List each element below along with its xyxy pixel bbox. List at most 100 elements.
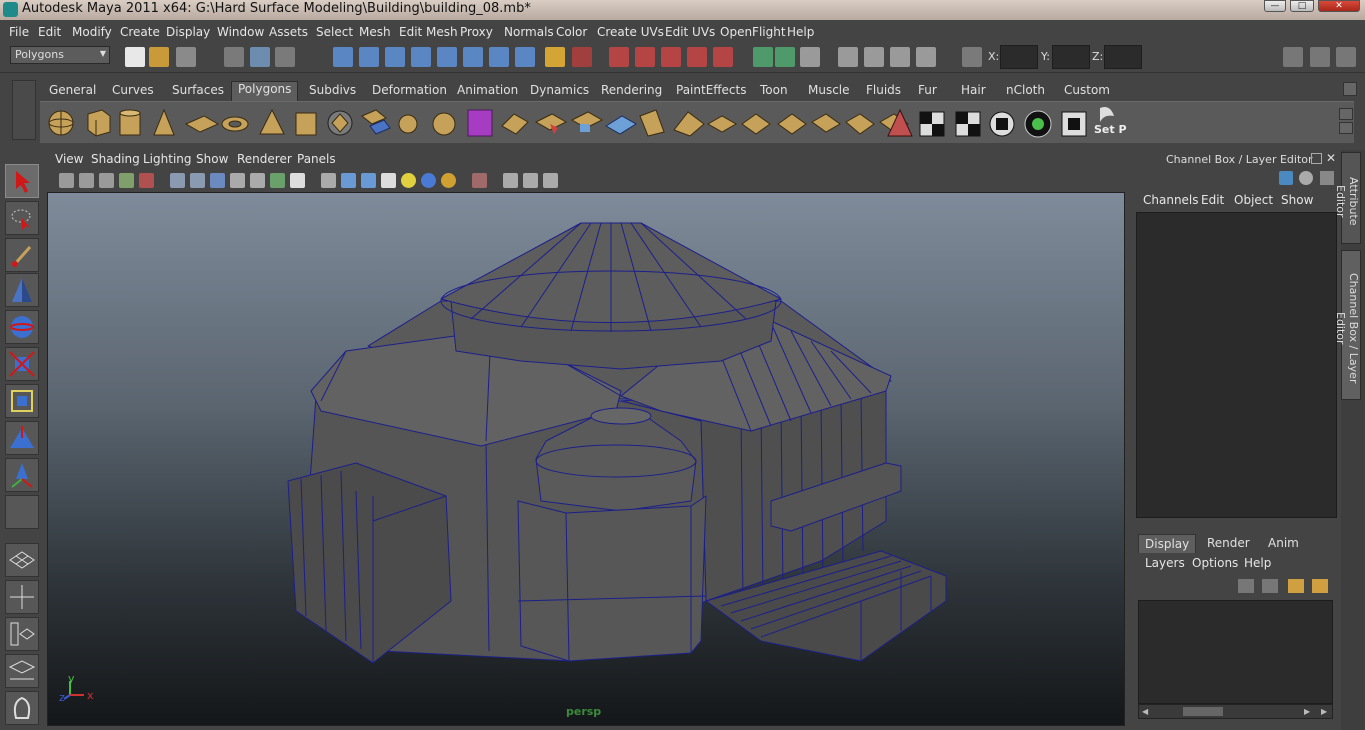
channel-menu-edit[interactable]: Edit — [1201, 193, 1224, 207]
layout-single-perspective-icon[interactable] — [5, 543, 39, 577]
soft-modification-tool[interactable] — [5, 421, 39, 455]
attribute-editor-tab[interactable]: Attribute Editor — [1334, 152, 1361, 244]
minimize-button[interactable]: — — [1264, 0, 1286, 12]
help-icon[interactable] — [515, 47, 535, 67]
menu-window[interactable]: Window — [217, 25, 264, 39]
move-tool[interactable] — [5, 273, 39, 307]
channel-menu-channels[interactable]: Channels — [1143, 193, 1199, 207]
scale-tool[interactable] — [5, 347, 39, 381]
tab-surfaces[interactable]: Surfaces — [172, 83, 224, 101]
render-view-icon[interactable] — [713, 47, 733, 67]
wireframe-on-shaded-icon[interactable] — [361, 173, 376, 188]
image-plane-icon[interactable] — [119, 173, 134, 188]
layout-outliner-icon[interactable] — [890, 47, 910, 67]
channel-list[interactable] — [1136, 212, 1337, 518]
tab-deformation[interactable]: Deformation — [372, 83, 447, 101]
layer-menu-help[interactable]: Help — [1244, 556, 1271, 570]
scroll-right-icon[interactable]: ▶ — [1304, 707, 1310, 716]
selection-highlight-icon[interactable] — [572, 47, 592, 67]
tab-custom[interactable]: Custom — [1064, 83, 1110, 101]
layer-menu-options[interactable]: Options — [1192, 556, 1238, 570]
tab-subdivs[interactable]: Subdivs — [309, 83, 356, 101]
menu-create[interactable]: Create — [120, 25, 160, 39]
default-lighting-icon[interactable] — [401, 173, 416, 188]
lock-icon[interactable] — [545, 47, 565, 67]
render-settings-icon[interactable] — [661, 47, 681, 67]
bookmarks-icon[interactable] — [99, 173, 114, 188]
input-ops-icon[interactable] — [463, 47, 483, 67]
viewport-menu-shading[interactable]: Shading — [91, 152, 140, 166]
viewport-menu-renderer[interactable]: Renderer — [237, 152, 292, 166]
all-lights-icon[interactable] — [421, 173, 436, 188]
layer-editor-icon[interactable] — [1299, 171, 1313, 185]
select-component-icon[interactable] — [275, 47, 295, 67]
last-tool-used[interactable] — [5, 495, 39, 529]
camera-attributes-icon[interactable] — [79, 173, 94, 188]
tab-curves[interactable]: Curves — [112, 83, 154, 101]
menu-normals[interactable]: Normals — [504, 25, 554, 39]
y-coordinate-field[interactable] — [1052, 45, 1090, 69]
shadows-icon[interactable] — [441, 173, 456, 188]
menu-file[interactable]: File — [9, 25, 29, 39]
viewport-menu-lighting[interactable]: Lighting — [143, 152, 192, 166]
scroll-left-icon[interactable]: ◀ — [1142, 707, 1148, 716]
menu-assets[interactable]: Assets — [269, 25, 308, 39]
menu-mesh[interactable]: Mesh — [359, 25, 391, 39]
tab-toon[interactable]: Toon — [760, 83, 788, 101]
menu-help[interactable]: Help — [787, 25, 814, 39]
tab-polygons[interactable]: Polygons — [231, 81, 299, 101]
gate-mask-icon[interactable] — [230, 173, 245, 188]
menu-edit[interactable]: Edit — [38, 25, 61, 39]
channel-box-layer-editor-tab[interactable]: Channel Box / Layer Editor — [1334, 250, 1361, 400]
layout-four-icon[interactable] — [864, 47, 884, 67]
channel-menu-show[interactable]: Show — [1281, 193, 1313, 207]
select-object-icon[interactable] — [250, 47, 270, 67]
tab-fluids[interactable]: Fluids — [866, 83, 901, 101]
universal-manipulator-tool[interactable] — [5, 384, 39, 418]
toggle-panel-icon[interactable] — [1283, 47, 1303, 67]
viewport-menu-show[interactable]: Show — [196, 152, 228, 166]
menu-openflight[interactable]: OpenFlight — [720, 25, 786, 39]
show-channel-box-icon[interactable] — [800, 47, 820, 67]
tab-display[interactable]: Display — [1138, 534, 1197, 553]
set-project-label[interactable]: Set P — [1094, 123, 1127, 136]
snap-curve-icon[interactable] — [359, 47, 379, 67]
make-live-icon[interactable] — [437, 47, 457, 67]
viewport-menu-view[interactable]: View — [55, 152, 83, 166]
perspective-viewport[interactable]: y z x persp — [47, 192, 1125, 726]
select-hierarchy-icon[interactable] — [224, 47, 244, 67]
lasso-tool[interactable] — [5, 201, 39, 235]
z-coordinate-field[interactable] — [1104, 45, 1142, 69]
layout-graph-icon[interactable] — [916, 47, 936, 67]
channel-menu-object[interactable]: Object — [1234, 193, 1273, 207]
textured-mode-icon[interactable] — [381, 173, 396, 188]
close-panel-icon[interactable]: ✕ — [1326, 151, 1336, 165]
layer-menu-layers[interactable]: Layers — [1145, 556, 1185, 570]
xray-components-icon[interactable] — [543, 173, 558, 188]
tab-fur[interactable]: Fur — [918, 83, 937, 101]
snap-grid-icon[interactable] — [333, 47, 353, 67]
menu-proxy[interactable]: Proxy — [460, 25, 493, 39]
layer-list[interactable] — [1138, 600, 1333, 704]
maximize-button[interactable]: □ — [1290, 0, 1314, 12]
rotate-tool[interactable] — [5, 310, 39, 344]
snap-point-icon[interactable] — [385, 47, 405, 67]
channel-box-icon[interactable] — [1279, 171, 1293, 185]
layout-four-view-icon[interactable] — [5, 580, 39, 614]
select-tool[interactable] — [5, 164, 39, 198]
layer-horizontal-scrollbar[interactable]: ◀ ▶ ▶ — [1138, 704, 1333, 719]
tab-muscle[interactable]: Muscle — [808, 83, 850, 101]
tab-render[interactable]: Render — [1201, 534, 1256, 553]
grid-toggle-icon[interactable] — [170, 173, 185, 188]
show-tool-settings-icon[interactable] — [775, 47, 795, 67]
move-layer-down-icon[interactable] — [1262, 579, 1278, 593]
show-attribute-editor-icon[interactable] — [753, 47, 773, 67]
shelf-scroll-down[interactable] — [1339, 122, 1353, 134]
scroll-thumb[interactable] — [1183, 707, 1223, 716]
tab-general[interactable]: General — [49, 83, 96, 101]
ipr-render-icon[interactable] — [635, 47, 655, 67]
xray-icon[interactable] — [503, 173, 518, 188]
save-scene-icon[interactable] — [176, 47, 196, 67]
x-coordinate-field[interactable] — [1000, 45, 1038, 69]
shelf-trash-icon[interactable] — [1343, 82, 1357, 96]
